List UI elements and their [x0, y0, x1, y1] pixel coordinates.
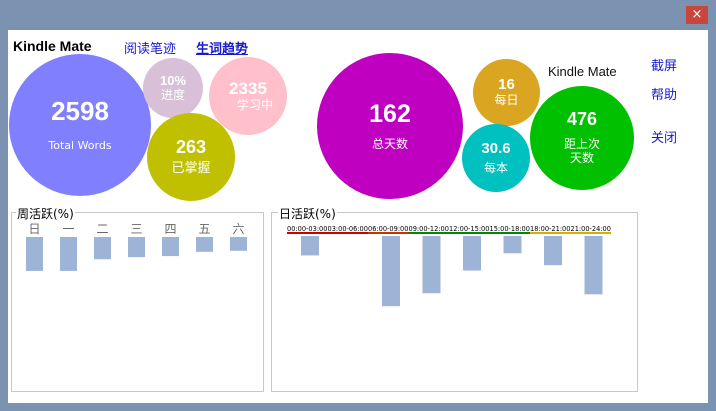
mastered-value: 263	[175, 136, 207, 157]
daily-activity-chart: 00:00-03:00 03:00-06:00 06:00-09:00 09:00-1…	[287, 225, 611, 307]
weekly-tick-label: 一	[62, 222, 74, 236]
daily-bar	[503, 236, 522, 254]
daily-tick-label: 00:00-03:00	[287, 225, 327, 233]
close-link[interactable]: 关闭	[651, 127, 677, 146]
learning-value: 2335	[229, 78, 267, 98]
window-close-button[interactable]: ×	[686, 6, 708, 24]
total-words-value: 2598	[51, 95, 109, 126]
bubble-mastered: 263 已掌握	[147, 113, 235, 201]
weekly-tick-label: 二	[96, 222, 108, 236]
weekly-bar	[60, 237, 77, 271]
daily-bar	[382, 236, 400, 307]
mastered-label: 已掌握	[171, 160, 211, 176]
daily-bar	[422, 236, 441, 294]
tab-reading-notes[interactable]: 阅读笔迹	[124, 38, 176, 57]
since-last-label-line2: 天数	[569, 151, 594, 166]
bubble-since-last: 476 距上次 天数	[530, 86, 634, 190]
weekly-bar	[26, 237, 43, 271]
progress-value: 10%	[159, 72, 187, 88]
learning-label: 学习中	[236, 97, 273, 112]
daily-label: 每日	[494, 93, 519, 108]
weekly-tick-label: 四	[164, 222, 176, 236]
brand-title: Kindle Mate	[13, 38, 92, 54]
screenshot-link[interactable]: 截屏	[651, 55, 677, 74]
bubble-total-words: 2598 Total Words	[9, 54, 151, 196]
weekly-bar	[230, 237, 247, 251]
weekly-activity-chart: 日一二三四五六	[26, 222, 247, 271]
weekly-bar	[162, 237, 179, 257]
daily-bar	[463, 236, 481, 271]
help-link[interactable]: 帮助	[651, 84, 677, 103]
weekly-tick-label: 日	[28, 222, 40, 236]
since-last-value: 476	[566, 109, 598, 130]
daily-tick-label: 21:00-24:00	[571, 225, 611, 233]
tab-vocab-trend[interactable]: 生词趋势	[196, 38, 248, 57]
weekly-bar	[128, 237, 145, 258]
weekly-tick-label: 三	[130, 222, 142, 236]
total-days-value: 162	[369, 99, 411, 128]
daily-bar	[544, 236, 562, 266]
progress-label: 进度	[160, 87, 185, 102]
daily-bar	[584, 236, 603, 295]
weekly-tick-label: 五	[198, 222, 210, 236]
weekly-tick-label: 六	[232, 222, 244, 236]
bubble-daily: 16 每日	[473, 59, 540, 126]
per-book-value: 30.6	[481, 139, 511, 157]
daily-tick-label: 09:00-12:00	[409, 225, 449, 233]
per-book-label: 每本	[483, 160, 508, 175]
weekly-bar	[94, 237, 111, 260]
total-days-label: 总天数	[371, 136, 408, 151]
daily-tick-label: 18:00-21:00	[530, 225, 570, 233]
weekly-bar	[196, 237, 213, 252]
daily-value: 16	[498, 76, 515, 94]
daily-tick-label: 06:00-09:00	[368, 225, 408, 233]
bubble-progress: 10% 进度	[143, 58, 203, 118]
bubble-brand-label: Kindle Mate	[548, 64, 617, 79]
since-last-label-line1: 距上次	[563, 137, 600, 152]
bubble-total-days: 162 总天数	[317, 53, 463, 199]
total-words-label: Total Words	[48, 139, 112, 153]
daily-tick-label: 03:00-06:00	[328, 225, 368, 233]
daily-tick-label: 15:00-18:00	[490, 225, 530, 233]
bubble-learning: 2335 学习中	[209, 57, 287, 135]
bubble-per-book: 30.6 每本	[462, 124, 530, 192]
daily-bar	[301, 236, 319, 256]
daily-tick-label: 12:00-15:00	[449, 225, 489, 233]
